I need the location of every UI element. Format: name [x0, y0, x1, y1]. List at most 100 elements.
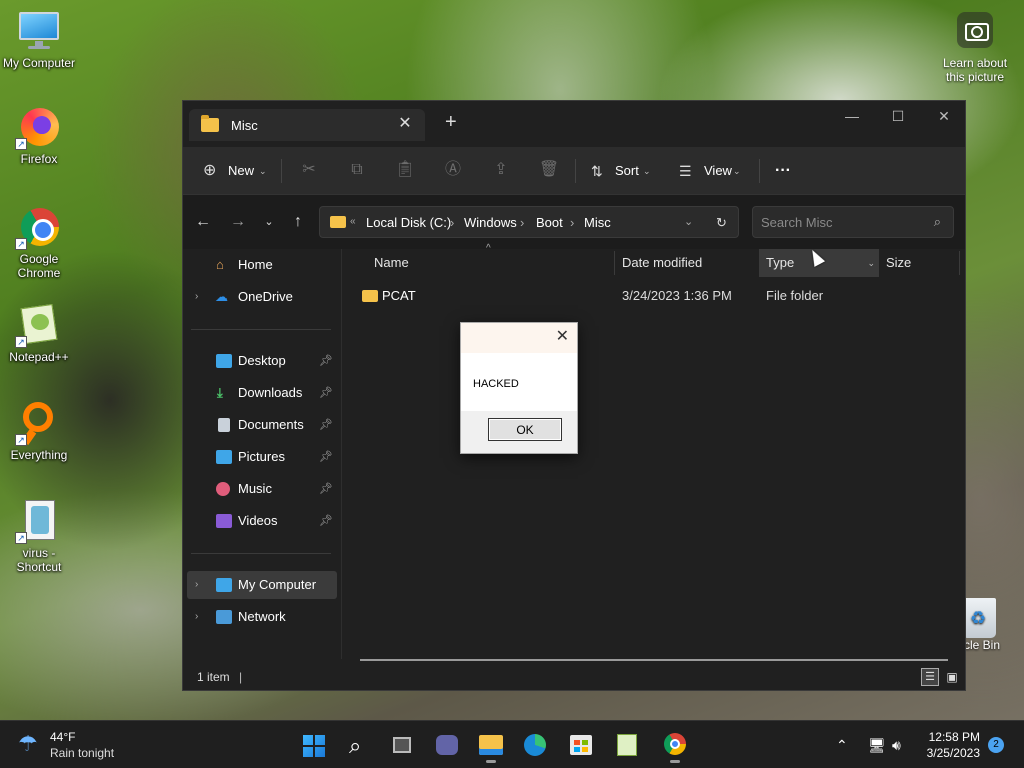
sort-indicator-icon: ^	[486, 243, 491, 254]
maximize-button[interactable]: ☐	[875, 101, 921, 131]
pin-icon[interactable]: 📌︎	[319, 475, 333, 503]
sidebar-item-network[interactable]: › Network	[187, 603, 337, 631]
overflow-chevron-icon[interactable]: «	[350, 216, 356, 227]
expand-chevron-icon[interactable]: ›	[195, 571, 198, 599]
refresh-icon[interactable]: ↻	[716, 215, 727, 231]
minimize-button[interactable]: —	[829, 101, 875, 131]
expand-chevron-icon[interactable]: ›	[195, 603, 198, 631]
breadcrumb-misc[interactable]: Misc	[584, 215, 611, 230]
file-explorer-taskbar-button[interactable]	[473, 727, 509, 763]
sidebar-item-pictures[interactable]: Pictures 📌︎	[187, 443, 337, 471]
rename-icon[interactable]: Ⓐ	[442, 159, 464, 181]
desktop-icon-label: Google Chrome	[17, 252, 61, 280]
desktop-icon-recycle-bin[interactable]: ycle Bin	[958, 598, 1024, 652]
volume-icon[interactable]: 🔊︎	[892, 721, 901, 768]
desktop-icon-my-computer[interactable]: My Computer	[0, 8, 78, 70]
search-icon: ⌕	[933, 214, 941, 229]
column-divider[interactable]	[614, 251, 615, 275]
divider	[281, 159, 282, 183]
divider	[191, 553, 331, 554]
umbrella-icon: ☂	[18, 731, 38, 756]
search-box[interactable]: ⌕	[752, 206, 954, 238]
new-button[interactable]: ⊕ New ⌄	[203, 157, 269, 185]
weather-widget[interactable]: ☂ 44°F Rain tonight	[18, 727, 138, 763]
close-icon[interactable]: ✕	[556, 329, 569, 345]
pin-icon[interactable]: 📌︎	[319, 379, 333, 407]
desktop-icon-notepadpp[interactable]: ↗ Notepad++	[0, 302, 78, 364]
pin-icon[interactable]: 📌︎	[319, 411, 333, 439]
delete-icon[interactable]: 🗑︎	[538, 159, 560, 181]
sort-button[interactable]: ⇅ Sort ⌄	[591, 157, 655, 185]
edge-button[interactable]	[517, 727, 553, 763]
more-options-button[interactable]: ···	[775, 157, 791, 185]
sidebar-item-onedrive[interactable]: › ☁ OneDrive	[187, 283, 337, 311]
desktop-icon-everything[interactable]: ↗ Everything	[0, 400, 78, 462]
address-bar[interactable]: « Local Disk (C:) › Windows › Boot › Mis…	[319, 206, 739, 238]
tiles-view-icon[interactable]: ▣	[943, 668, 961, 686]
address-dropdown-icon[interactable]: ⌄	[684, 215, 693, 228]
close-window-button[interactable]: ✕	[921, 101, 967, 131]
search-input[interactable]	[761, 213, 921, 231]
pin-icon[interactable]: 📌︎	[319, 507, 333, 535]
sidebar-item-my-computer[interactable]: › My Computer	[187, 571, 337, 599]
back-arrow-icon[interactable]: ←	[193, 212, 213, 232]
column-header-date[interactable]: Date modified	[622, 249, 702, 277]
forward-arrow-icon[interactable]: →	[228, 212, 248, 232]
table-row[interactable]: PCAT 3/24/2023 1:36 PM File folder	[360, 283, 960, 309]
copy-icon[interactable]: ⧉	[346, 159, 368, 181]
ok-button[interactable]: OK	[488, 418, 562, 441]
start-button[interactable]	[296, 727, 332, 763]
view-icon: ☰	[679, 163, 692, 179]
chrome-taskbar-button[interactable]	[657, 727, 693, 763]
sidebar-item-music[interactable]: Music 📌︎	[187, 475, 337, 503]
navigation-pane: ⌂ Home › ☁ OneDrive Desktop 📌︎ ⤓ Downloa…	[183, 249, 341, 659]
horizontal-scrollbar[interactable]	[360, 659, 948, 661]
breadcrumb-boot[interactable]: Boot	[536, 215, 563, 230]
new-label: New	[228, 163, 255, 178]
breadcrumb-local-disk[interactable]: Local Disk (C:)	[366, 215, 451, 230]
sidebar-item-label: Pictures	[238, 449, 285, 464]
teams-chat-button[interactable]	[429, 727, 465, 763]
network-icon[interactable]: 🖥︎	[868, 721, 886, 768]
tab-misc[interactable]: Misc ✕	[189, 109, 425, 141]
new-tab-button[interactable]: +	[445, 112, 457, 132]
column-header-size[interactable]: Size	[886, 249, 911, 277]
column-divider[interactable]	[959, 251, 960, 275]
sidebar-item-label: Documents	[238, 417, 304, 432]
sidebar-item-desktop[interactable]: Desktop 📌︎	[187, 347, 337, 375]
pin-icon[interactable]: 📌︎	[319, 347, 333, 375]
clock[interactable]: 12:58 PM 3/25/2023	[918, 729, 980, 761]
task-view-button[interactable]	[385, 727, 421, 763]
search-button[interactable]: ⌕	[341, 727, 377, 763]
desktop-icon-label: Everything	[10, 448, 68, 462]
desktop-icon-virus-shortcut[interactable]: ↗ virus - Shortcut	[0, 498, 78, 574]
divider	[575, 159, 576, 183]
expand-chevron-icon[interactable]: ›	[195, 283, 198, 311]
sidebar-item-documents[interactable]: Documents 📌︎	[187, 411, 337, 439]
breadcrumb-windows[interactable]: Windows	[464, 215, 517, 230]
show-hidden-icons-chevron-icon[interactable]: ⌃	[836, 721, 848, 768]
desktop-icon-chrome[interactable]: ↗ Google Chrome	[0, 204, 78, 280]
chevron-down-icon[interactable]: ⌄	[867, 249, 875, 277]
up-arrow-icon[interactable]: ↑	[288, 212, 308, 232]
learn-about-picture[interactable]: Learn about this picture	[938, 12, 1012, 84]
breadcrumb-separator-icon: ›	[450, 215, 455, 230]
notification-badge[interactable]: 2	[988, 737, 1004, 753]
learn-about-picture-label: Learn about this picture	[942, 56, 1008, 84]
cut-icon[interactable]: ✂	[298, 159, 320, 181]
view-button[interactable]: ☰ View ⌄	[679, 157, 745, 185]
column-header-name[interactable]: Name	[374, 249, 409, 277]
recent-chevron-icon[interactable]: ⌄	[259, 212, 279, 232]
pin-icon[interactable]: 📌︎	[319, 443, 333, 471]
desktop-icon-firefox[interactable]: ↗ Firefox	[0, 104, 78, 166]
details-view-icon[interactable]: ☰	[921, 668, 939, 686]
close-tab-icon[interactable]: ✕	[395, 114, 415, 134]
share-icon[interactable]: ⇪	[490, 159, 512, 181]
sidebar-item-downloads[interactable]: ⤓ Downloads 📌︎	[187, 379, 337, 407]
sidebar-item-home[interactable]: ⌂ Home	[187, 251, 337, 279]
sidebar-item-videos[interactable]: Videos 📌︎	[187, 507, 337, 535]
folder-icon	[201, 115, 219, 132]
paste-icon[interactable]: 📋︎	[394, 159, 416, 181]
store-button[interactable]	[563, 727, 599, 763]
notepadpp-taskbar-button[interactable]	[609, 727, 645, 763]
